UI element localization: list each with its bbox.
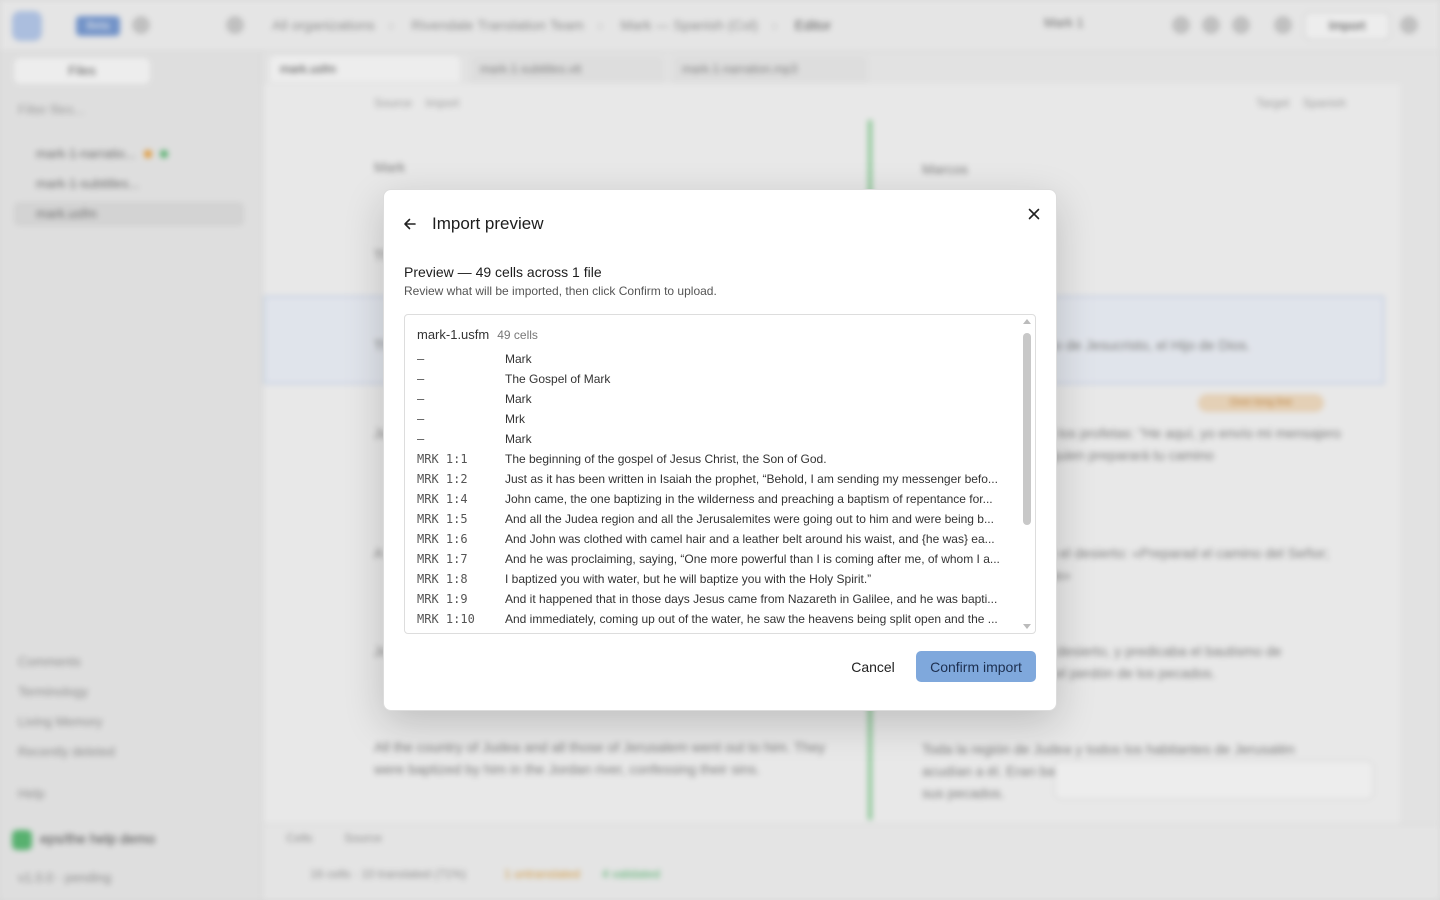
verse-ref: — bbox=[417, 352, 425, 366]
cell-count: 49 cells bbox=[497, 328, 538, 342]
verse-ref: MRK 1:9 bbox=[417, 592, 468, 606]
verse-text: And John was clothed with camel hair and… bbox=[505, 532, 995, 546]
preview-row: — Mark bbox=[417, 389, 1009, 409]
scroll-up-icon[interactable] bbox=[1023, 319, 1031, 324]
preview-file-header: mark-1.usfm 49 cells bbox=[417, 327, 538, 342]
verse-ref: — bbox=[417, 372, 425, 386]
verse-text: Mrk bbox=[505, 412, 525, 426]
verse-text: And all the Judea region and all the Jer… bbox=[505, 512, 994, 526]
file-name: mark-1.usfm bbox=[417, 327, 490, 342]
preview-subheading: Review what will be imported, then click… bbox=[404, 284, 717, 298]
back-button[interactable] bbox=[400, 214, 420, 234]
close-icon bbox=[1028, 208, 1040, 220]
dialog-title: Import preview bbox=[432, 214, 544, 233]
preview-row: MRK 1:4 John came, the one baptizing in t… bbox=[417, 489, 1009, 509]
verse-text: And immediately, coming up out of the wa… bbox=[505, 612, 998, 626]
preview-row: MRK 1:5 And all the Judea region and all … bbox=[417, 509, 1009, 529]
preview-heading: Preview — 49 cells across 1 file bbox=[404, 264, 602, 280]
confirm-import-button[interactable]: Confirm import bbox=[916, 651, 1036, 682]
verse-ref: MRK 1:6 bbox=[417, 532, 468, 546]
verse-text: I baptized you with water, but he will b… bbox=[505, 572, 872, 586]
verse-text: And he was proclaiming, saying, “One mor… bbox=[505, 552, 1000, 566]
cancel-button[interactable]: Cancel bbox=[840, 652, 906, 682]
verse-ref: — bbox=[417, 432, 425, 446]
preview-row: — Mrk bbox=[417, 409, 1009, 429]
verse-ref: MRK 1:8 bbox=[417, 572, 468, 586]
preview-row: — Mark bbox=[417, 349, 1009, 369]
preview-row: MRK 1:7 And he was proclaiming, saying, “… bbox=[417, 549, 1009, 569]
verse-ref: MRK 1:2 bbox=[417, 472, 468, 486]
preview-row: MRK 1:6 And John was clothed with camel h… bbox=[417, 529, 1009, 549]
verse-ref: — bbox=[417, 392, 425, 406]
preview-list[interactable]: mark-1.usfm 49 cells — Mark — The Gospel of … bbox=[404, 314, 1036, 634]
import-preview-dialog: Import preview Preview — 49 cells across… bbox=[383, 189, 1057, 711]
scrollbar-thumb[interactable] bbox=[1023, 333, 1031, 525]
verse-ref: MRK 1:7 bbox=[417, 552, 468, 566]
preview-row: MRK 1:1 The beginning of the gospel of Je… bbox=[417, 449, 1009, 469]
verse-text: Just as it has been written in Isaiah th… bbox=[505, 472, 998, 486]
verse-ref: — bbox=[417, 412, 425, 426]
verse-ref: MRK 1:5 bbox=[417, 512, 468, 526]
verse-ref: MRK 1:1 bbox=[417, 452, 468, 466]
verse-text: Mark bbox=[505, 352, 532, 366]
verse-text: Mark bbox=[505, 392, 532, 406]
verse-text: Mark bbox=[505, 432, 532, 446]
preview-row: — The Gospel of Mark bbox=[417, 369, 1009, 389]
preview-row: MRK 1:10 And immediately, coming up out o… bbox=[417, 609, 1009, 629]
preview-rows: — Mark — The Gospel of Mark — Mark — Mrk — Mark MR… bbox=[417, 349, 1009, 629]
verse-ref: MRK 1:4 bbox=[417, 492, 468, 506]
preview-row: — Mark bbox=[417, 429, 1009, 449]
verse-text: The beginning of the gospel of Jesus Chr… bbox=[505, 452, 827, 466]
close-button[interactable] bbox=[1024, 204, 1044, 224]
arrow-left-icon bbox=[404, 218, 416, 230]
verse-text: The Gospel of Mark bbox=[505, 372, 611, 386]
preview-row: MRK 1:2 Just as it has been written in Is… bbox=[417, 469, 1009, 489]
verse-text: And it happened that in those days Jesus… bbox=[505, 592, 998, 606]
scroll-down-icon[interactable] bbox=[1023, 624, 1031, 629]
verse-text: John came, the one baptizing in the wild… bbox=[505, 492, 993, 506]
preview-row: MRK 1:8 I baptized you with water, but he… bbox=[417, 569, 1009, 589]
scrollbar[interactable] bbox=[1019, 315, 1035, 633]
verse-ref: MRK 1:10 bbox=[417, 612, 475, 626]
preview-row: MRK 1:9 And it happened that in those day… bbox=[417, 589, 1009, 609]
